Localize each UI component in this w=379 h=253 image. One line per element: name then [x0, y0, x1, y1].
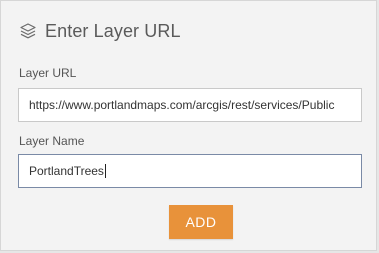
- layer-url-input[interactable]: https://www.portlandmaps.com/arcgis/rest…: [18, 88, 362, 122]
- layer-name-value: PortlandTrees: [29, 164, 104, 178]
- layer-url-label: Layer URL: [19, 66, 77, 80]
- layer-name-value-wrap: PortlandTrees: [29, 155, 351, 187]
- panel-header: Enter Layer URL: [19, 18, 181, 44]
- enter-layer-url-panel: Enter Layer URL Layer URL https://www.po…: [0, 0, 377, 251]
- layers-icon: [19, 22, 37, 40]
- layer-name-input[interactable]: PortlandTrees: [18, 154, 362, 188]
- layer-url-value: https://www.portlandmaps.com/arcgis/rest…: [29, 98, 335, 112]
- add-button[interactable]: ADD: [169, 205, 233, 239]
- text-caret: [104, 164, 106, 178]
- layer-name-label: Layer Name: [19, 134, 85, 148]
- panel-title: Enter Layer URL: [45, 20, 181, 41]
